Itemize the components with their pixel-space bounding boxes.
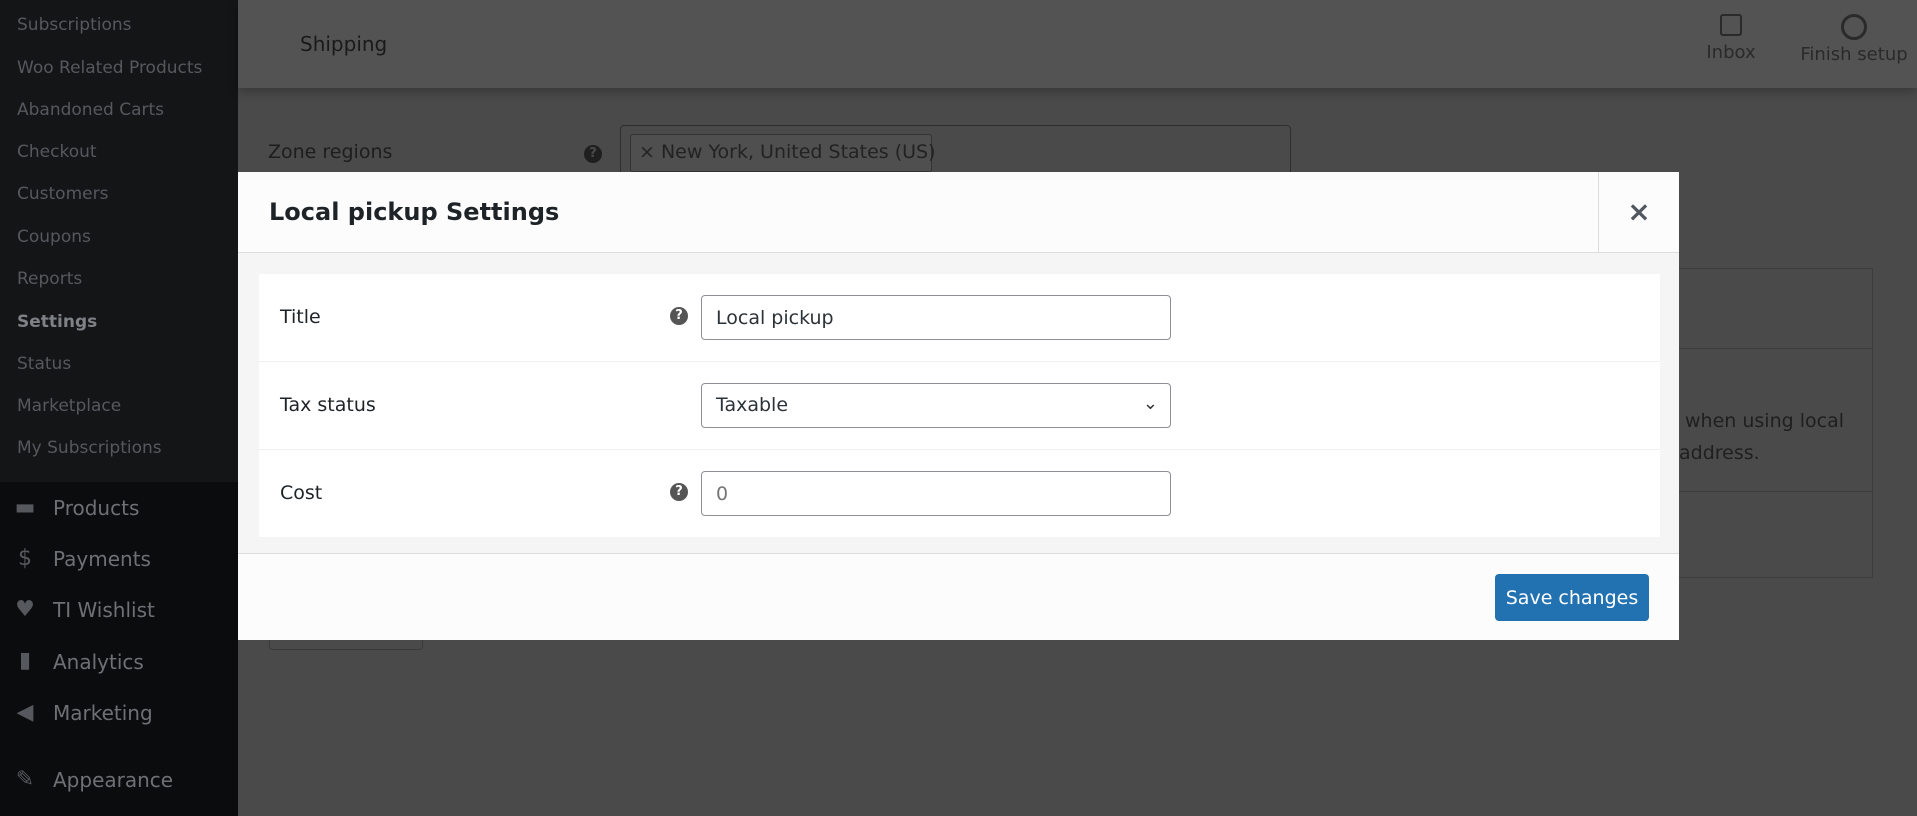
woocommerce-submenu: Subscriptions Woo Related Products Aband… xyxy=(0,0,238,482)
submenu-abandoned-carts[interactable]: Abandoned Carts xyxy=(17,100,164,120)
zone-region-tag[interactable]: × New York, United States (US) xyxy=(630,134,936,172)
dollar-icon: $ xyxy=(18,546,32,571)
modal-header: Local pickup Settings × xyxy=(238,172,1679,253)
menu-products[interactable]: Products xyxy=(53,496,139,520)
menu-appearance[interactable]: Appearance xyxy=(53,768,173,792)
finish-setup-label: Finish setup xyxy=(1800,44,1908,65)
submenu-marketplace[interactable]: Marketplace xyxy=(17,396,121,416)
title-row: Title ? xyxy=(259,274,1660,362)
tax-status-value: Taxable xyxy=(716,394,789,416)
title-input[interactable] xyxy=(701,295,1171,340)
menu-payments[interactable]: Payments xyxy=(53,547,151,571)
archive-icon: ▬ xyxy=(14,495,36,520)
submenu-reports[interactable]: Reports xyxy=(17,269,82,289)
submenu-settings[interactable]: Settings xyxy=(17,312,97,332)
cost-row: Cost ? xyxy=(259,450,1660,538)
close-icon[interactable]: × xyxy=(1598,172,1679,252)
zone-regions-label: Zone regions xyxy=(268,141,393,163)
modal-title: Local pickup Settings xyxy=(269,198,560,226)
submenu-my-subscriptions[interactable]: My Subscriptions xyxy=(17,438,162,458)
submenu-customers[interactable]: Customers xyxy=(17,184,108,204)
heart-icon: ♥ xyxy=(15,597,35,622)
menu-analytics[interactable]: Analytics xyxy=(53,650,144,674)
modal-body: Title ? Tax status Taxable ⌄ Cost ? xyxy=(238,253,1679,553)
submenu-coupons[interactable]: Coupons xyxy=(17,227,91,247)
top-header: Shipping Inbox Finish setup xyxy=(238,0,1917,88)
inbox-button[interactable]: Inbox xyxy=(1696,14,1766,63)
paintbrush-icon: ✎ xyxy=(15,767,35,792)
menu-ti-wishlist[interactable]: TI Wishlist xyxy=(53,598,155,622)
inbox-icon xyxy=(1720,14,1742,36)
cost-label: Cost xyxy=(280,482,323,504)
tax-status-label: Tax status xyxy=(280,394,376,416)
submenu-subscriptions[interactable]: Subscriptions xyxy=(17,15,131,35)
chevron-down-icon: ⌄ xyxy=(1142,393,1158,414)
settings-form: Title ? Tax status Taxable ⌄ Cost ? xyxy=(259,274,1660,537)
submenu-checkout[interactable]: Checkout xyxy=(17,142,97,162)
save-changes-button[interactable]: Save changes xyxy=(1495,574,1649,621)
help-icon: ? xyxy=(584,145,602,163)
modal-footer: Save changes xyxy=(238,553,1679,640)
description-text-line2: address. xyxy=(1679,442,1760,464)
page-title: Shipping xyxy=(300,32,388,56)
help-icon: ? xyxy=(670,307,688,325)
cost-input[interactable] xyxy=(701,471,1171,516)
tax-status-select[interactable]: Taxable ⌄ xyxy=(701,383,1171,428)
menu-marketing[interactable]: Marketing xyxy=(53,701,153,725)
title-label: Title xyxy=(280,306,321,328)
description-text-line1: when using local xyxy=(1685,410,1844,432)
local-pickup-settings-modal: Local pickup Settings × Title ? Tax stat… xyxy=(238,172,1679,640)
megaphone-icon: ◀ xyxy=(16,700,34,725)
tax-status-row: Tax status Taxable ⌄ xyxy=(259,362,1660,450)
shipping-methods-table: when using local address. xyxy=(1659,268,1873,578)
bar-chart-icon: ▮ xyxy=(18,648,32,673)
submenu-status[interactable]: Status xyxy=(17,354,71,374)
admin-sidebar: Subscriptions Woo Related Products Aband… xyxy=(0,0,238,816)
inbox-label: Inbox xyxy=(1706,42,1756,63)
finish-setup-button[interactable]: Finish setup xyxy=(1794,14,1914,65)
help-icon: ? xyxy=(670,483,688,501)
progress-circle-icon xyxy=(1841,14,1867,40)
submenu-woo-related-products[interactable]: Woo Related Products xyxy=(17,58,202,78)
